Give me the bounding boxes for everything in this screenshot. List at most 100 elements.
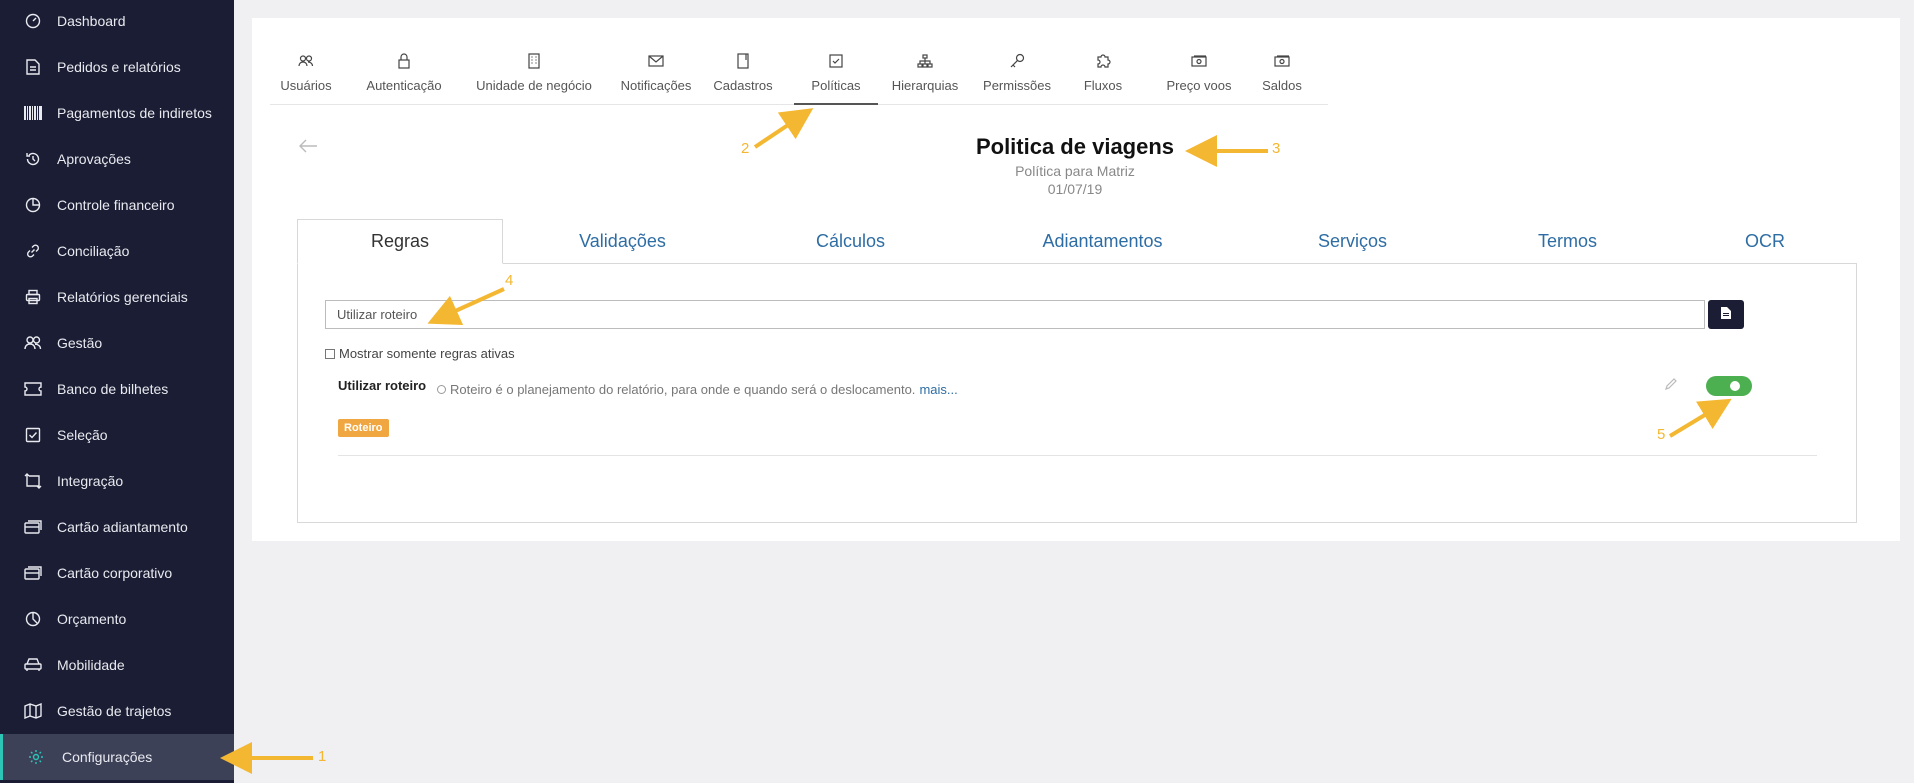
rule-search-input[interactable] xyxy=(325,300,1705,329)
printer-icon xyxy=(24,288,42,306)
sidebar-item-controle-financeiro[interactable]: Controle financeiro xyxy=(0,182,234,228)
sidebar-item-integracao[interactable]: Integração xyxy=(0,458,234,504)
map-icon xyxy=(24,702,42,720)
sidebar-item-label: Cartão corporativo xyxy=(57,565,173,581)
gauge-icon xyxy=(24,12,42,30)
back-arrow-icon[interactable] xyxy=(298,139,318,158)
tab-label: Unidade de negócio xyxy=(476,78,592,93)
pencil-icon[interactable] xyxy=(1664,377,1678,396)
tab-autenticacao[interactable]: Autenticação xyxy=(364,50,444,105)
sidebar-item-pagamentos[interactable]: Pagamentos de indiretos xyxy=(0,90,234,136)
sidebar-item-selecao[interactable]: Seleção xyxy=(0,412,234,458)
tab-preco-voos[interactable]: Preço voos xyxy=(1160,50,1238,105)
subtab-calculos[interactable]: Cálculos xyxy=(748,219,953,264)
sidebar-item-orcamento[interactable]: Orçamento xyxy=(0,596,234,642)
envelope-icon xyxy=(647,52,665,70)
subtab-adiantamentos[interactable]: Adiantamentos xyxy=(980,219,1225,264)
car-icon xyxy=(24,656,42,674)
tab-fluxos[interactable]: Fluxos xyxy=(1078,50,1128,105)
users-icon xyxy=(24,334,42,352)
show-active-row: Mostrar somente regras ativas xyxy=(325,346,515,361)
policy-date: 01/07/19 xyxy=(1047,181,1103,197)
annotation-label: 5 xyxy=(1657,426,1666,443)
sidebar-item-dashboard[interactable]: Dashboard xyxy=(0,0,234,44)
annotation-label: 1 xyxy=(318,748,327,765)
sidebar-item-label: Mobilidade xyxy=(57,657,125,673)
sidebar-item-gestao[interactable]: Gestão xyxy=(0,320,234,366)
tab-label: Hierarquias xyxy=(891,78,959,93)
pie-chart-icon xyxy=(24,196,42,214)
sidebar: Dashboard Pedidos e relatórios Pagamento… xyxy=(0,0,234,783)
tab-label: Usuários xyxy=(280,78,332,93)
sidebar-item-relatorios-gerenciais[interactable]: Relatórios gerenciais xyxy=(0,274,234,320)
rule-tag: Roteiro xyxy=(338,419,389,437)
sidebar-item-pedidos[interactable]: Pedidos e relatórios xyxy=(0,44,234,90)
tab-politicas[interactable]: Políticas xyxy=(794,50,878,105)
subtab-termos[interactable]: Termos xyxy=(1465,219,1670,264)
repeat-icon xyxy=(24,472,42,490)
puzzle-icon xyxy=(1094,52,1112,70)
sitemap-icon xyxy=(916,52,934,70)
sidebar-item-gestao-trajetos[interactable]: Gestão de trajetos xyxy=(0,688,234,734)
check-square-icon xyxy=(827,52,845,70)
document-icon xyxy=(1721,306,1731,324)
annotation-label: 3 xyxy=(1272,140,1281,157)
sidebar-item-banco-bilhetes[interactable]: Banco de bilhetes xyxy=(0,366,234,412)
sidebar-item-label: Integração xyxy=(57,473,124,489)
ticket-icon xyxy=(24,380,42,398)
search-button[interactable] xyxy=(1708,300,1744,329)
money-icon xyxy=(1190,52,1208,70)
tab-permissoes[interactable]: Permissões xyxy=(978,50,1056,105)
page-title: Politica de viagens xyxy=(975,134,1175,159)
tab-label: Autenticação xyxy=(366,78,442,93)
sidebar-item-conciliacao[interactable]: Conciliação xyxy=(0,228,234,274)
sidebar-item-label: Seleção xyxy=(57,427,108,443)
tab-saldos[interactable]: Saldos xyxy=(1260,50,1304,105)
card-icon xyxy=(24,564,42,582)
tab-label: Notificações xyxy=(620,78,692,93)
sidebar-item-cartao-corporativo[interactable]: Cartão corporativo xyxy=(0,550,234,596)
tab-unidade-negocio[interactable]: Unidade de negócio xyxy=(470,50,598,105)
show-active-checkbox[interactable] xyxy=(325,348,335,359)
rule-description: Roteiro é o planejamento do relatório, p… xyxy=(450,382,916,397)
sidebar-item-label: Aprovações xyxy=(57,151,131,167)
sidebar-item-label: Conciliação xyxy=(57,243,130,259)
tab-label: Políticas xyxy=(811,78,861,93)
tab-label: Saldos xyxy=(1262,78,1302,93)
subtab-ocr[interactable]: OCR xyxy=(1680,219,1850,264)
tab-cadastros[interactable]: Cadastros xyxy=(710,50,776,105)
checkbox-icon xyxy=(24,426,42,444)
rule-toggle[interactable] xyxy=(1706,376,1752,396)
subtab-validacoes[interactable]: Validações xyxy=(520,219,725,264)
page-subtitle: Política para Matriz xyxy=(1015,163,1135,179)
subtab-regras[interactable]: Regras xyxy=(297,219,503,264)
settings-tabs: Usuários Autenticação Unidade de negócio… xyxy=(270,50,1328,105)
more-link[interactable]: mais... xyxy=(919,382,957,397)
tab-label: Cadastros xyxy=(713,78,773,93)
notebook-icon xyxy=(734,52,752,70)
sidebar-item-configuracoes[interactable]: Configurações xyxy=(0,734,234,780)
sidebar-item-label: Pagamentos de indiretos xyxy=(57,105,212,121)
key-icon xyxy=(1008,52,1026,70)
sidebar-item-aprovacoes[interactable]: Aprovações xyxy=(0,136,234,182)
lock-icon xyxy=(395,52,413,70)
tab-notificacoes[interactable]: Notificações xyxy=(614,50,698,105)
gear-icon xyxy=(27,748,45,766)
sidebar-item-label: Banco de bilhetes xyxy=(57,381,169,397)
document-icon xyxy=(24,58,42,76)
tab-hierarquias[interactable]: Hierarquias xyxy=(888,50,962,105)
card-icon xyxy=(24,518,42,536)
sidebar-item-cartao-adiantamento[interactable]: Cartão adiantamento xyxy=(0,504,234,550)
rule-description-row: Roteiro é o planejamento do relatório, p… xyxy=(437,382,958,397)
sidebar-item-mobilidade[interactable]: Mobilidade xyxy=(0,642,234,688)
sidebar-item-label: Cartão adiantamento xyxy=(57,519,188,535)
divider xyxy=(338,455,1817,456)
annotation-label: 2 xyxy=(741,140,750,157)
money-icon xyxy=(1273,52,1291,70)
barcode-icon xyxy=(24,104,42,122)
annotation-label: 4 xyxy=(505,272,514,289)
subtab-servicos[interactable]: Serviços xyxy=(1250,219,1455,264)
sidebar-item-label: Gestão de trajetos xyxy=(57,703,172,719)
tab-usuarios[interactable]: Usuários xyxy=(274,50,338,105)
sidebar-item-label: Controle financeiro xyxy=(57,197,175,213)
